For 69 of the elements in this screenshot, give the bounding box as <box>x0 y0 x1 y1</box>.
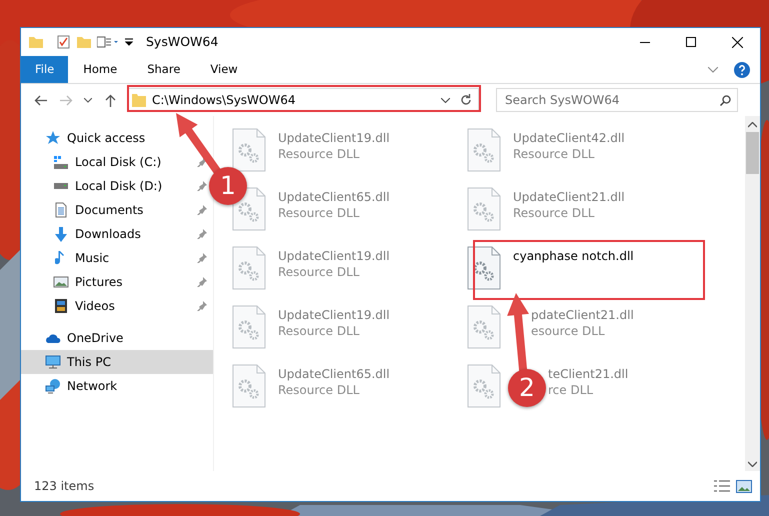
caret-icon <box>84 98 92 102</box>
cloud-icon <box>45 333 61 343</box>
ribbon-tab[interactable]: Home <box>68 56 132 83</box>
file-type: Resource DLL <box>513 146 596 162</box>
file-type: Resource DLL <box>278 146 360 162</box>
nav-item[interactable]: Pictures <box>21 270 213 294</box>
dll-file-icon[interactable] <box>467 246 501 290</box>
refresh-icon[interactable] <box>460 94 472 106</box>
file-name[interactable]: cyanphase notch.dll <box>513 248 634 264</box>
scroll-down-icon[interactable] <box>748 461 757 467</box>
address-input[interactable]: C:\Windows\SysWOW64 <box>150 91 435 109</box>
ribbon-tab[interactable]: Share <box>132 56 196 83</box>
file-type: esource DLL <box>531 323 606 339</box>
search-box[interactable]: Search SysWOW64 <box>496 88 738 112</box>
scrollbar[interactable] <box>745 116 760 471</box>
file-name[interactable]: teClient21.dll <box>548 366 628 382</box>
nav-item[interactable]: OneDrive <box>21 326 213 350</box>
nav-item[interactable]: Quick access <box>21 126 213 150</box>
customize-toolbar-icon[interactable] <box>125 37 134 47</box>
nav-item[interactable]: Music <box>21 246 213 270</box>
view-icon[interactable] <box>97 36 119 48</box>
file-type: Resource DLL <box>278 264 360 280</box>
file-name[interactable]: UpdateClient65.dll <box>278 366 390 382</box>
music-note-icon <box>55 250 67 266</box>
drive-icon <box>53 183 69 189</box>
scrollbar-thumb[interactable] <box>746 132 759 174</box>
file-type: Resource DLL <box>278 205 360 221</box>
folder-icon <box>132 93 146 107</box>
up-icon <box>104 94 116 106</box>
document-icon <box>53 202 69 218</box>
properties-icon[interactable] <box>57 35 71 49</box>
ribbon-tab[interactable]: View <box>195 56 253 83</box>
window-title: SysWOW64 <box>146 32 218 51</box>
search-icon <box>720 94 731 106</box>
file-name[interactable]: UpdateClient19.dll <box>278 130 390 146</box>
expand-ribbon-icon[interactable] <box>708 66 718 72</box>
item-count: 123 items <box>34 478 94 495</box>
nav-item[interactable]: Downloads <box>21 222 213 246</box>
file-name[interactable]: UpdateClient21.dll <box>513 189 625 205</box>
scroll-up-icon[interactable] <box>748 122 757 128</box>
network-icon <box>45 378 61 394</box>
computer-icon <box>45 354 61 370</box>
film-icon <box>54 298 68 314</box>
file-type: rce DLL <box>548 382 594 398</box>
close-icon <box>732 36 742 48</box>
nav-item[interactable]: This PC <box>21 350 213 374</box>
nav-item[interactable]: Network <box>21 374 213 398</box>
drive-icon <box>53 156 69 168</box>
file-type: Resource DLL <box>278 323 360 339</box>
file-name[interactable]: UpdateClient19.dll <box>278 248 390 264</box>
help-icon[interactable] <box>734 62 750 78</box>
details-view-icon[interactable] <box>714 480 730 492</box>
large-icons-view-icon[interactable] <box>736 480 752 492</box>
forward-icon <box>60 94 72 106</box>
star-icon <box>45 130 61 146</box>
file-name[interactable]: UpdateClient65.dll <box>278 189 390 205</box>
file-type: Resource DLL <box>278 382 360 398</box>
dropdown-icon[interactable] <box>441 98 450 102</box>
file-menu-button[interactable]: File <box>21 56 68 83</box>
download-icon <box>53 226 69 242</box>
maximize-icon <box>686 37 696 47</box>
file-name[interactable]: UpdateClient19.dll <box>278 307 390 323</box>
picture-icon <box>53 276 69 288</box>
file-name[interactable]: pdateClient21.dll <box>531 307 634 323</box>
address-bar[interactable]: C:\Windows\SysWOW64 <box>127 88 479 112</box>
file-type: Resource DLL <box>513 205 596 221</box>
file-name[interactable]: UpdateClient42.dll <box>513 130 625 146</box>
back-icon <box>34 94 46 106</box>
nav-item[interactable]: Videos <box>21 294 213 318</box>
